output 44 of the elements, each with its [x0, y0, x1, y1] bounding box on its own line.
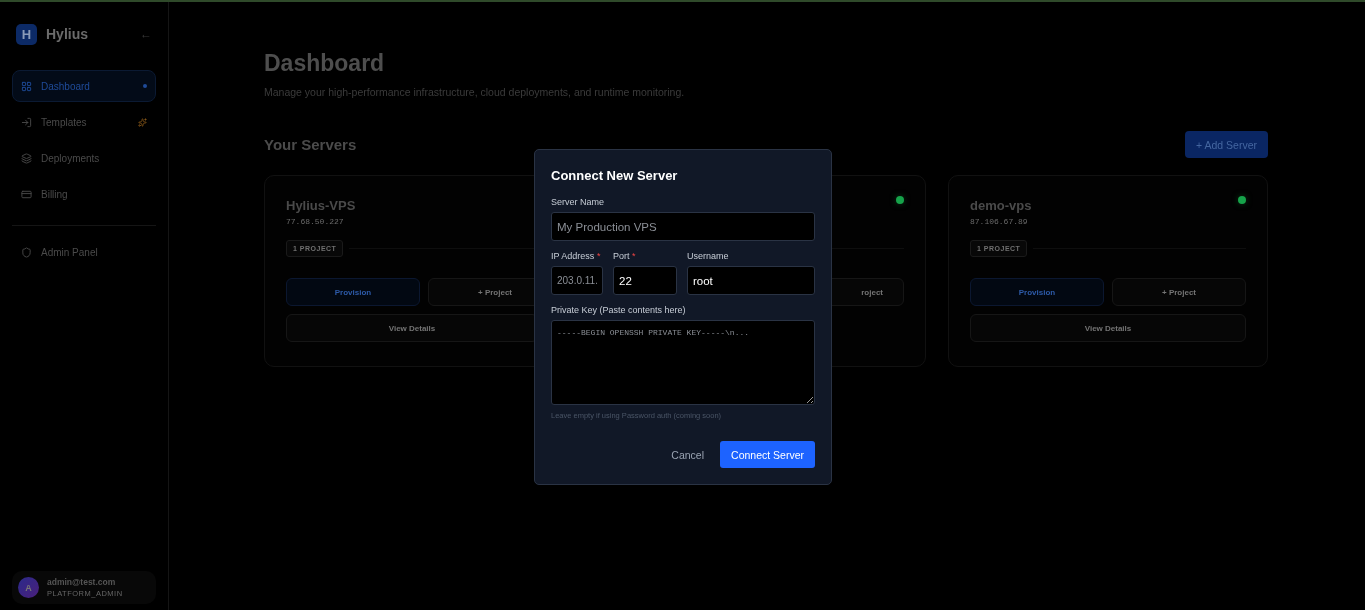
logo: H — [16, 23, 37, 45]
avatar: A — [18, 577, 39, 598]
grid-icon — [21, 80, 32, 92]
brand-name: Hylius — [46, 26, 89, 42]
active-dot — [143, 84, 147, 88]
add-server-button[interactable]: + Add Server — [1185, 131, 1268, 158]
view-details-button[interactable]: View Details — [970, 314, 1246, 342]
server-ip: 87.106.67.89 — [970, 217, 1028, 226]
layers-icon — [21, 152, 32, 164]
input-field[interactable]: root — [687, 266, 815, 295]
field-label: Username — [687, 251, 730, 261]
user-email: admin@test.com — [47, 577, 117, 587]
cancel-button[interactable]: Cancel — [661, 441, 715, 468]
login-icon — [21, 116, 32, 128]
input-field[interactable]: My Production VPS — [551, 212, 815, 241]
collapse-button[interactable]: ← — [140, 27, 152, 41]
add-project-button[interactable]: + Project — [1112, 278, 1246, 306]
server-name: Hylius-VPS — [286, 198, 356, 213]
field-label: Port * — [613, 251, 637, 261]
nav-item[interactable]: Templates — [12, 106, 156, 138]
input-field[interactable]: 203.0.11. — [551, 266, 603, 295]
field-label: Server Name — [551, 197, 605, 207]
status-dot — [896, 196, 904, 204]
nav-item[interactable]: Billing — [12, 178, 156, 210]
nav-item[interactable]: Admin Panel — [12, 236, 156, 268]
page-subtitle: Manage your high-performance infrastructure, cloud deployments, and runtime monitoring. — [264, 86, 686, 98]
dialog-title: Connect New Server — [551, 168, 679, 183]
field-label: Private Key (Paste contents here) — [551, 305, 687, 315]
credit-card-icon — [21, 188, 32, 200]
page-title: Dashboard — [264, 50, 386, 77]
nav-item[interactable]: Dashboard — [12, 70, 156, 102]
provision-button[interactable]: Provision — [970, 278, 1104, 306]
status-dot — [1238, 196, 1246, 204]
server-ip: 77.68.50.227 — [286, 217, 344, 226]
provision-button[interactable]: Provision — [286, 278, 420, 306]
server-name: demo-vps — [970, 198, 1032, 213]
connect-server-button[interactable]: Connect Server — [720, 441, 815, 468]
shield-icon — [21, 246, 32, 258]
private-key-field[interactable]: -----BEGIN OPENSSH PRIVATE KEY-----\n... — [551, 320, 815, 405]
section-title: Your Servers — [264, 136, 357, 153]
nav-item[interactable]: Deployments — [12, 142, 156, 174]
field-label: IP Address * — [551, 251, 602, 261]
sparkle-icon — [138, 117, 147, 127]
input-field[interactable]: 22 — [613, 266, 677, 295]
